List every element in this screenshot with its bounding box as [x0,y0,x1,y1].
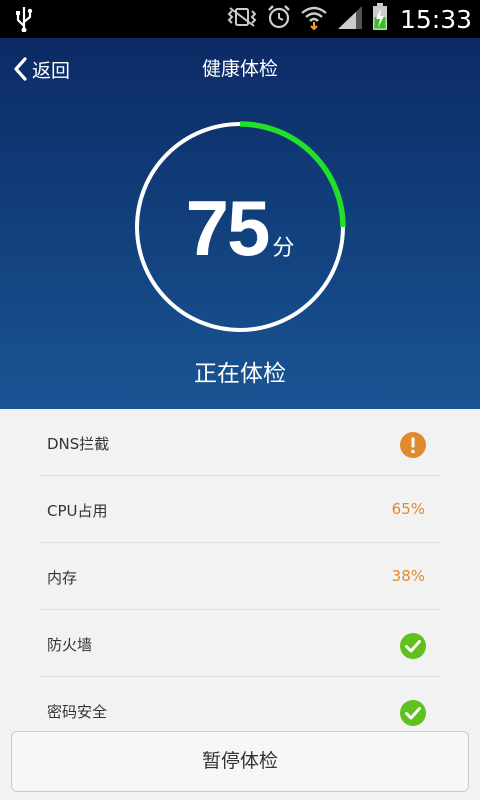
back-button[interactable]: 返回 [12,54,70,84]
page-title: 健康体检 [201,58,278,80]
usb-icon [14,6,34,36]
list-item-label: 密码安全 [47,703,108,721]
battery-charging-icon [372,3,388,35]
list-item-label: 内存 [47,569,78,587]
health-check-header: 返回 健康体检 75 分 正在体检 [0,38,480,409]
warning-icon [400,432,426,458]
memory-usage-value: 38% [391,567,425,585]
list-item-memory: 内存 38% [40,543,440,610]
status-time: 15:33 [399,4,472,34]
list-item-label: DNS拦截 [47,435,110,453]
list-item-label: CPU占用 [47,502,108,520]
list-item-label: 防火墙 [47,636,93,654]
check-icon [400,633,426,659]
check-icon [400,700,426,726]
list-item-cpu-usage: CPU占用 65% [40,476,440,543]
cpu-usage-value: 65% [391,500,425,518]
back-label: 返回 [32,59,71,82]
chevron-left-icon [14,57,27,81]
score-unit: 分 [272,236,295,261]
check-list: DNS拦截 CPU占用 65% 内存 38% 防火墙 密码安全 [40,409,440,744]
scan-status-text: 正在体检 [194,361,286,387]
status-bar: 15:33 [0,0,480,38]
score-value: 75 [185,184,271,272]
wifi-icon [300,4,328,34]
alarm-icon [266,4,292,34]
list-item-firewall: 防火墙 [40,610,440,677]
signal-icon [336,4,364,34]
vibrate-icon [226,6,258,32]
score-display: 75 分 [134,188,346,268]
pause-check-button[interactable]: 暂停体检 [11,731,469,792]
list-item-dns-block: DNS拦截 [40,409,440,476]
